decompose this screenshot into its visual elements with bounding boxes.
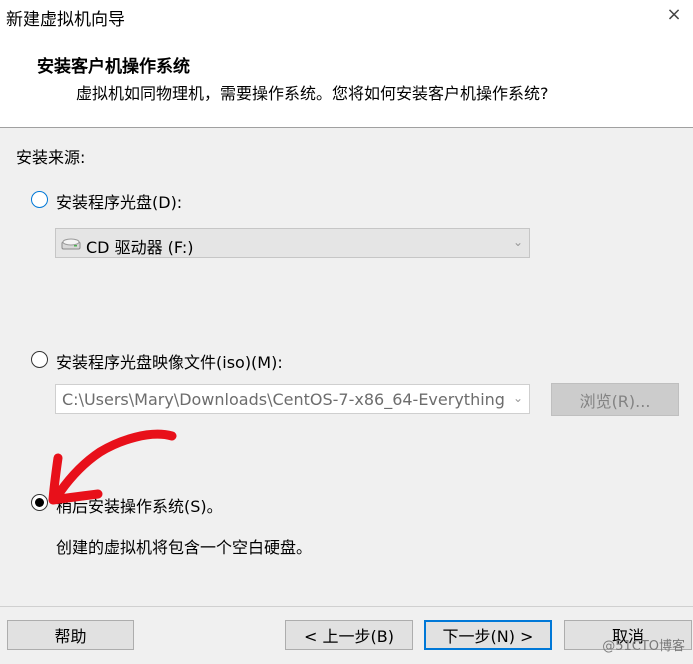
wizard-footer: 帮助 < 上一步(B) 下一步(N) > 取消 [0, 607, 693, 664]
title-bar: 新建虚拟机向导 × [0, 0, 693, 32]
wizard-header: 安装客户机操作系统 虚拟机如同物理机，需要操作系统。您将如何安装客户机操作系统? [0, 32, 693, 127]
help-button[interactable]: 帮助 [7, 620, 134, 650]
browse-button[interactable]: 浏览(R)... [551, 383, 679, 416]
install-iso-label[interactable]: 安装程序光盘映像文件(iso)(M): [56, 349, 283, 373]
iso-path-combo[interactable]: C:\Users\Mary\Downloads\CentOS-7-x86_64-… [55, 384, 530, 414]
chevron-down-icon: ⌄ [512, 235, 523, 249]
radio-install-iso[interactable] [31, 351, 48, 368]
cd-drive-icon [61, 236, 81, 256]
radio-install-later[interactable] [31, 494, 48, 511]
iso-path-value: C:\Users\Mary\Downloads\CentOS-7-x86_64-… [62, 390, 504, 409]
window-title: 新建虚拟机向导 [6, 10, 125, 30]
install-disc-label[interactable]: 安装程序光盘(D): [56, 189, 182, 213]
install-source-panel: 安装来源: 安装程序光盘(D): CD 驱动器 (F:) ⌄ 安装程序光盘映像文… [0, 128, 693, 606]
chevron-down-icon[interactable]: ⌄ [513, 391, 523, 405]
back-button[interactable]: < 上一步(B) [285, 620, 413, 650]
close-icon[interactable]: × [663, 3, 685, 25]
install-later-label[interactable]: 稍后安装操作系统(S)。 [56, 493, 223, 517]
page-title: 安装客户机操作系统 [37, 57, 190, 77]
radio-install-disc[interactable] [31, 191, 48, 208]
install-later-description: 创建的虚拟机将包含一个空白硬盘。 [56, 538, 313, 557]
page-subtitle: 虚拟机如同物理机，需要操作系统。您将如何安装客户机操作系统? [76, 84, 549, 103]
watermark: @51CTO博客 [602, 639, 685, 654]
install-source-label: 安装来源: [16, 148, 86, 167]
drive-select: CD 驱动器 (F:) ⌄ [55, 228, 530, 258]
drive-select-value: CD 驱动器 (F:) [86, 238, 194, 257]
next-button[interactable]: 下一步(N) > [424, 620, 552, 650]
